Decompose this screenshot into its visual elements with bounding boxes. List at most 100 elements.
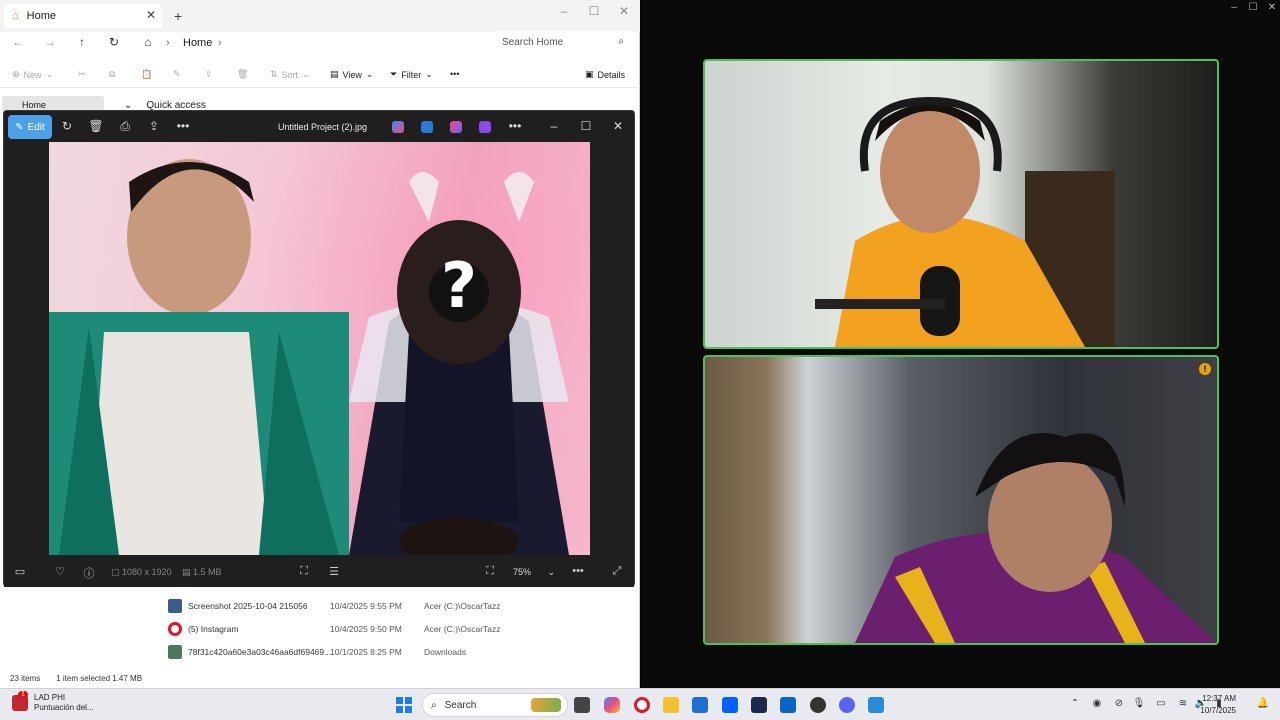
sort-label: Sort	[281, 69, 299, 80]
more-options-icon[interactable]: •••	[506, 119, 524, 133]
zoom-dropdown[interactable]: 75% ⌄	[513, 567, 555, 578]
photos-taskbar-icon[interactable]	[868, 697, 884, 713]
view-label: View	[342, 69, 362, 80]
cut-icon[interactable]: ✂	[78, 69, 86, 80]
minimize-button[interactable]: –	[545, 119, 563, 133]
info-icon[interactable]: ⓘ	[81, 565, 97, 581]
edit-button[interactable]: ✎ Edit	[8, 115, 52, 139]
taskbar-search[interactable]: ⌕ Search	[422, 693, 568, 717]
chevron-down-icon: ⌄	[547, 567, 556, 577]
task-view-icon[interactable]	[574, 697, 590, 713]
adjust-icon[interactable]: ☰	[326, 565, 342, 578]
clipchamp-icon[interactable]	[479, 121, 491, 133]
delete-icon[interactable]: 🗑	[237, 69, 248, 80]
terminal-taskbar-icon[interactable]	[751, 697, 767, 713]
more-options-icon[interactable]: •••	[570, 565, 586, 577]
delete-icon[interactable]: 🗑	[87, 119, 105, 133]
search-input[interactable]: Search Home ⌕	[492, 31, 632, 55]
image-thumb-icon	[168, 599, 182, 613]
rotate-icon[interactable]: ↻	[58, 119, 76, 133]
sort-icon: ⇅	[270, 69, 278, 79]
edit-icon: ✎	[15, 121, 24, 133]
maximize-button[interactable]: ☐	[1245, 2, 1261, 13]
store-taskbar-icon[interactable]	[692, 697, 708, 713]
system-clock[interactable]: 12:37 AM 10/7/2025	[1200, 693, 1236, 717]
tray-network-off-icon[interactable]: ⊘	[1112, 698, 1126, 709]
more-options-icon[interactable]: •••	[174, 119, 192, 133]
dropbox-taskbar-icon[interactable]	[722, 697, 738, 713]
minimize-button[interactable]: –	[552, 4, 576, 18]
list-item[interactable]: Screenshot 2025-10-04 215056 10/4/2025 9…	[168, 597, 528, 615]
paint-icon[interactable]	[450, 121, 462, 133]
photos-app-icon[interactable]	[421, 121, 433, 133]
close-button[interactable]: ✕	[612, 4, 636, 18]
item-count: 23 items	[10, 674, 41, 683]
photo-content: ?	[49, 142, 590, 555]
new-icon: ⊕	[12, 69, 20, 79]
fullscreen-icon[interactable]: ⤢	[609, 565, 625, 578]
notification-bell-icon[interactable]: 🔔	[1256, 698, 1270, 709]
details-button[interactable]: ▣ Details	[585, 69, 625, 80]
file-size-value: 1.5 MB	[193, 567, 222, 577]
wifi-icon[interactable]: ≋	[1176, 698, 1190, 709]
file-name: Screenshot 2025-10-04 215056	[188, 601, 308, 611]
copilot-icon[interactable]	[392, 121, 404, 133]
home-nav-icon[interactable]: ⌂	[138, 35, 158, 49]
forward-arrow-icon[interactable]: →	[40, 35, 60, 49]
close-tab-icon[interactable]: ✕	[146, 8, 156, 22]
breadcrumb-chevron-icon[interactable]: ›	[218, 37, 222, 49]
file-size-text: ▤ 1.5 MB	[182, 567, 222, 578]
outlook-taskbar-icon[interactable]	[780, 697, 796, 713]
up-arrow-icon[interactable]: ↑	[72, 35, 92, 49]
fit-window-icon[interactable]: ⛶	[482, 565, 498, 578]
list-item[interactable]: 78f31c420a60e3a03c46aa6df69469... 10/1/2…	[168, 643, 528, 661]
rename-icon[interactable]: ✎	[173, 69, 181, 80]
more-options-icon[interactable]: •••	[450, 69, 459, 79]
favorite-heart-icon[interactable]: ♡	[52, 565, 68, 578]
status-bar: 23 items 1 item selected 1.47 MB	[10, 674, 142, 683]
maximize-button[interactable]: ☐	[582, 4, 606, 18]
weather-widget[interactable]: 1 LAD PHI Puntuación del...	[12, 691, 94, 713]
print-icon[interactable]: ⎙	[116, 119, 134, 134]
maximize-button[interactable]: ☐	[577, 119, 595, 133]
filter-label: Filter	[401, 69, 422, 80]
refresh-icon[interactable]: ↻	[104, 35, 124, 49]
opera-taskbar-icon[interactable]	[634, 697, 650, 713]
filter-icon: ⏷	[390, 69, 398, 79]
chevron-up-icon[interactable]: ⌃	[1068, 698, 1082, 709]
copilot-taskbar-icon[interactable]	[604, 697, 620, 713]
edit-label: Edit	[27, 121, 45, 133]
breadcrumb-separator-icon: ›	[166, 37, 170, 49]
filter-button[interactable]: ⏷ Filter ⌄	[390, 69, 433, 80]
new-button[interactable]: ⊕ New ⌄	[12, 69, 53, 80]
app-taskbar-icon[interactable]	[810, 697, 826, 713]
close-button[interactable]: ✕	[1264, 2, 1280, 13]
tab-home[interactable]: ⌂ Home ✕	[4, 4, 162, 28]
folder-taskbar-icon[interactable]	[663, 697, 679, 713]
visual-search-icon[interactable]: ⛶	[296, 565, 312, 578]
new-tab-button[interactable]: +	[174, 8, 182, 24]
video-tile-participant-2[interactable]: !	[703, 355, 1219, 645]
paste-icon[interactable]: 📋	[141, 69, 152, 80]
search-highlight-icon	[531, 698, 561, 712]
microphone-icon[interactable]: 🎙	[1132, 698, 1146, 709]
tray-app-icon[interactable]: ◉	[1090, 698, 1104, 709]
share-icon[interactable]: ⇪	[205, 69, 213, 80]
start-button[interactable]	[396, 697, 412, 713]
copy-icon[interactable]: ⧉	[109, 69, 115, 80]
discord-taskbar-icon[interactable]	[839, 697, 855, 713]
sort-button[interactable]: ⇅ Sort ⌄	[270, 69, 310, 80]
photo-canvas[interactable]: ?	[49, 142, 590, 555]
back-arrow-icon[interactable]: ←	[8, 35, 28, 49]
list-item[interactable]: (5) Instagram 10/4/2025 9:50 PM Acer (C:…	[168, 620, 528, 638]
view-button[interactable]: ▤ View ⌄	[330, 69, 373, 80]
display-icon[interactable]: ▭	[1154, 698, 1168, 709]
breadcrumb-home[interactable]: Home	[183, 37, 212, 49]
close-button[interactable]: ✕	[609, 119, 627, 133]
warning-icon[interactable]: !	[1199, 363, 1211, 375]
chevron-down-icon: ⌄	[302, 69, 310, 79]
minimize-button[interactable]: –	[1226, 2, 1242, 13]
video-tile-participant-1[interactable]	[703, 59, 1219, 349]
filmstrip-icon[interactable]: ▭	[12, 565, 28, 578]
share-icon[interactable]: ⇪	[145, 119, 163, 133]
